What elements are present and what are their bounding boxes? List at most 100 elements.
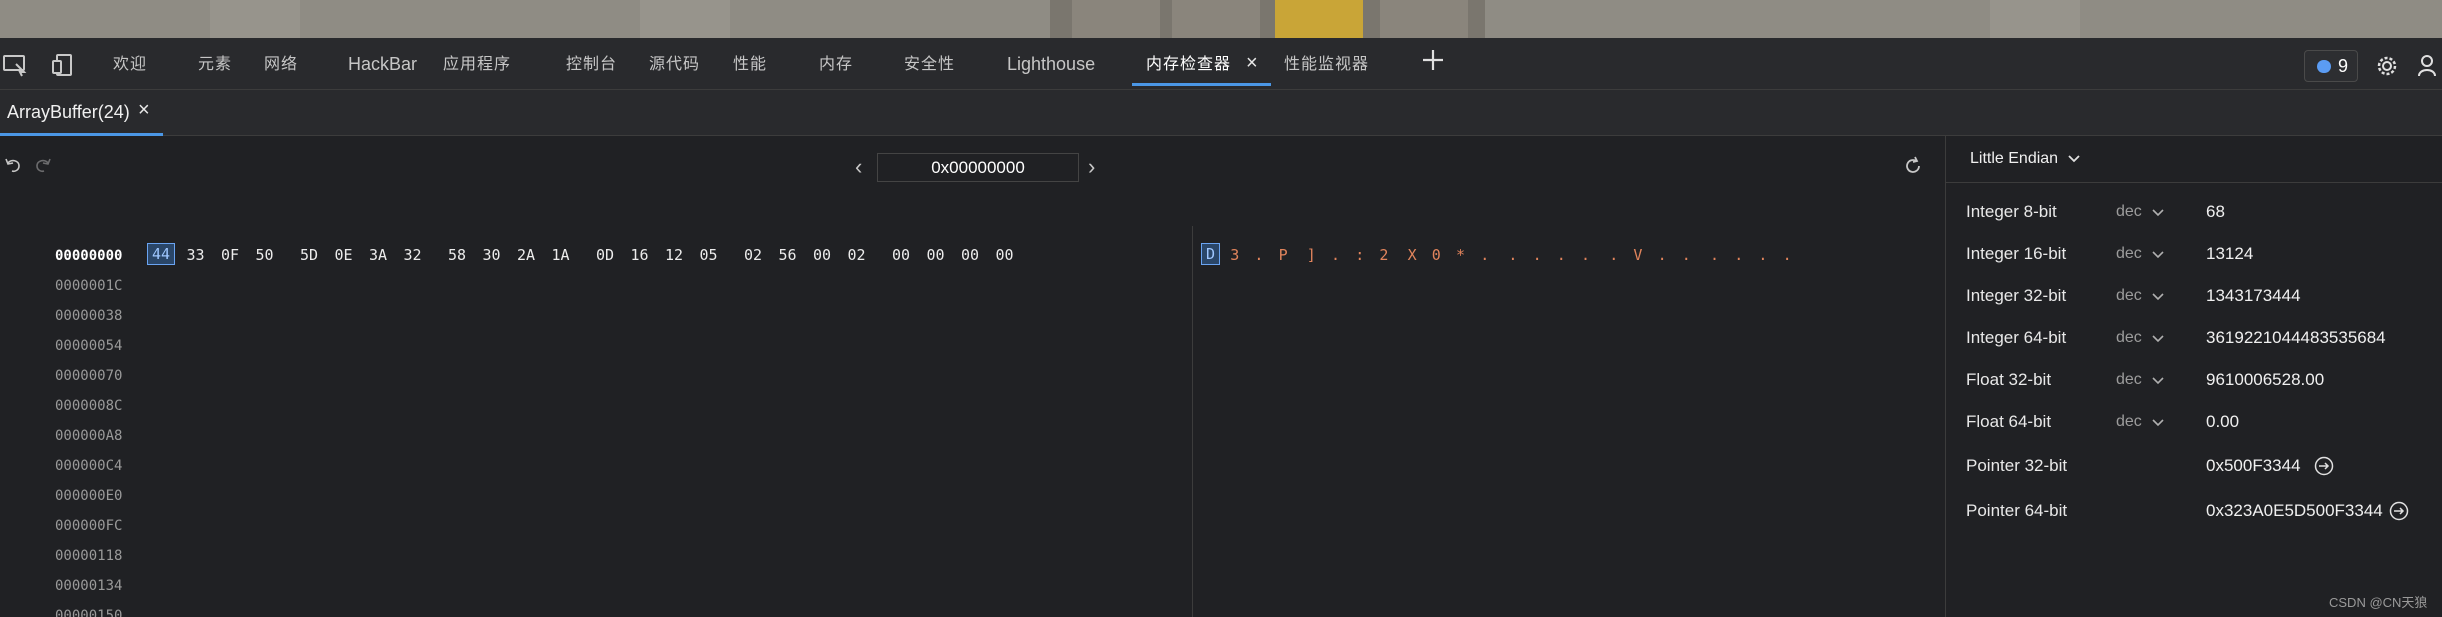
ascii-cell[interactable]: ]: [1307, 246, 1316, 264]
byte-cell[interactable]: 02: [744, 246, 762, 264]
byte-cell[interactable]: 16: [631, 246, 649, 264]
ascii-cell[interactable]: .: [1480, 246, 1489, 264]
ascii-cell[interactable]: .: [1508, 246, 1517, 264]
page-card: [1072, 0, 1160, 38]
plus-icon[interactable]: [1421, 48, 1445, 72]
byte-cell[interactable]: 0D: [596, 246, 614, 264]
inspect-element-icon[interactable]: [2, 52, 28, 78]
ascii-cell[interactable]: .: [1557, 246, 1566, 264]
endianness-select[interactable]: Little Endian: [1970, 150, 2058, 168]
redo-icon[interactable]: [34, 156, 52, 174]
previous-page-icon[interactable]: ‹: [855, 154, 862, 180]
byte-cell[interactable]: 0F: [221, 246, 239, 264]
tab-console[interactable]: 控制台: [566, 38, 617, 90]
close-icon[interactable]: ×: [138, 99, 150, 122]
value-text: 1343173444: [2206, 286, 2301, 305]
byte-cell[interactable]: 1A: [552, 246, 570, 264]
byte-cell[interactable]: 2A: [517, 246, 535, 264]
tab-sources[interactable]: 源代码: [649, 38, 700, 90]
ascii-cell[interactable]: X: [1408, 246, 1417, 264]
jump-to-address-icon[interactable]: [2388, 500, 2410, 522]
byte-cell[interactable]: 30: [483, 246, 501, 264]
refresh-icon[interactable]: [1903, 156, 1923, 176]
format-select[interactable]: dec: [2116, 245, 2142, 263]
byte-cell[interactable]: 32: [404, 246, 422, 264]
byte-cell[interactable]: 44: [146, 243, 176, 265]
ascii-cell[interactable]: .: [1533, 246, 1542, 264]
format-select[interactable]: dec: [2116, 413, 2142, 431]
jump-to-address-icon[interactable]: [2313, 455, 2335, 477]
devtools-window: 欢迎 元素 网络 HackBar 应用程序 控制台 源代码 性能 内存 安全性 …: [0, 0, 2442, 617]
chevron-down-icon[interactable]: [2151, 289, 2165, 303]
value-text: 9610006528.00: [2206, 370, 2325, 389]
tab-memory-inspector[interactable]: 内存检查器: [1131, 38, 1272, 90]
format-select[interactable]: dec: [2116, 203, 2142, 221]
tab-memory[interactable]: 内存: [819, 38, 853, 90]
tab-lighthouse[interactable]: Lighthouse: [1007, 38, 1095, 90]
format-select[interactable]: dec: [2116, 329, 2142, 347]
device-toolbar-icon[interactable]: [50, 52, 76, 78]
byte-cell[interactable]: 5D: [300, 246, 318, 264]
ascii-cell[interactable]: D: [1200, 243, 1221, 265]
byte-cell[interactable]: 02: [848, 246, 866, 264]
undo-icon[interactable]: [4, 156, 22, 174]
ascii-cell[interactable]: .: [1254, 246, 1263, 264]
ascii-cell[interactable]: P: [1279, 246, 1288, 264]
next-page-icon[interactable]: ›: [1088, 154, 1095, 180]
format-select[interactable]: dec: [2116, 371, 2142, 389]
byte-cell[interactable]: 56: [779, 246, 797, 264]
byte-cell[interactable]: 00: [927, 246, 945, 264]
ascii-cell[interactable]: .: [1783, 246, 1792, 264]
ascii-cell[interactable]: *: [1456, 246, 1465, 264]
tab-hackbar[interactable]: HackBar: [348, 38, 417, 90]
tab-welcome[interactable]: 欢迎: [113, 38, 147, 90]
issues-button[interactable]: 9: [2304, 50, 2358, 82]
byte-cell[interactable]: 58: [448, 246, 466, 264]
address-input[interactable]: [877, 153, 1079, 182]
page-preview-strip: [0, 0, 2442, 38]
byte-cell[interactable]: 05: [700, 246, 718, 264]
byte-cell[interactable]: 00: [892, 246, 910, 264]
ascii-cell[interactable]: 0: [1432, 246, 1441, 264]
ascii-cell[interactable]: .: [1758, 246, 1767, 264]
tab-application[interactable]: 应用程序: [443, 38, 511, 90]
ascii-cell[interactable]: 2: [1379, 246, 1388, 264]
ascii-cell[interactable]: .: [1710, 246, 1719, 264]
ascii-cell[interactable]: .: [1682, 246, 1691, 264]
memory-inspector-tabs: ArrayBuffer(24) ×: [0, 90, 2442, 136]
page-card: [1380, 0, 1468, 38]
ascii-cell[interactable]: .: [1331, 246, 1340, 264]
customize-icon[interactable]: [2417, 52, 2442, 80]
tab-arraybuffer[interactable]: ArrayBuffer(24) ×: [0, 90, 163, 136]
gear-icon[interactable]: [2373, 52, 2401, 80]
chevron-down-icon[interactable]: [2151, 373, 2165, 387]
format-select[interactable]: dec: [2116, 287, 2142, 305]
ascii-cell[interactable]: :: [1355, 246, 1364, 264]
ascii-cell[interactable]: V: [1633, 246, 1642, 264]
chevron-down-icon[interactable]: [2066, 150, 2082, 166]
ascii-cell[interactable]: .: [1581, 246, 1590, 264]
chevron-down-icon[interactable]: [2151, 415, 2165, 429]
ascii-cell[interactable]: .: [1609, 246, 1618, 264]
subtab-label: ArrayBuffer(24): [7, 102, 130, 122]
chevron-down-icon[interactable]: [2151, 247, 2165, 261]
ascii-cell[interactable]: .: [1658, 246, 1667, 264]
byte-cell[interactable]: 3A: [369, 246, 387, 264]
byte-cell[interactable]: 00: [996, 246, 1014, 264]
tab-network[interactable]: 网络: [264, 38, 298, 90]
close-tab-icon[interactable]: ×: [1246, 38, 1258, 90]
tab-performance-monitor[interactable]: 性能监视器: [1284, 38, 1369, 90]
byte-cell[interactable]: 00: [961, 246, 979, 264]
ascii-cell[interactable]: 3: [1230, 246, 1239, 264]
chevron-down-icon[interactable]: [2151, 205, 2165, 219]
ascii-cell[interactable]: .: [1734, 246, 1743, 264]
byte-cell[interactable]: 0E: [335, 246, 353, 264]
tab-performance[interactable]: 性能: [733, 38, 767, 90]
chevron-down-icon[interactable]: [2151, 331, 2165, 345]
byte-cell[interactable]: 50: [256, 246, 274, 264]
tab-elements[interactable]: 元素: [198, 38, 232, 90]
byte-cell[interactable]: 33: [187, 246, 205, 264]
byte-cell[interactable]: 12: [665, 246, 683, 264]
tab-security[interactable]: 安全性: [904, 38, 955, 90]
byte-cell[interactable]: 00: [813, 246, 831, 264]
